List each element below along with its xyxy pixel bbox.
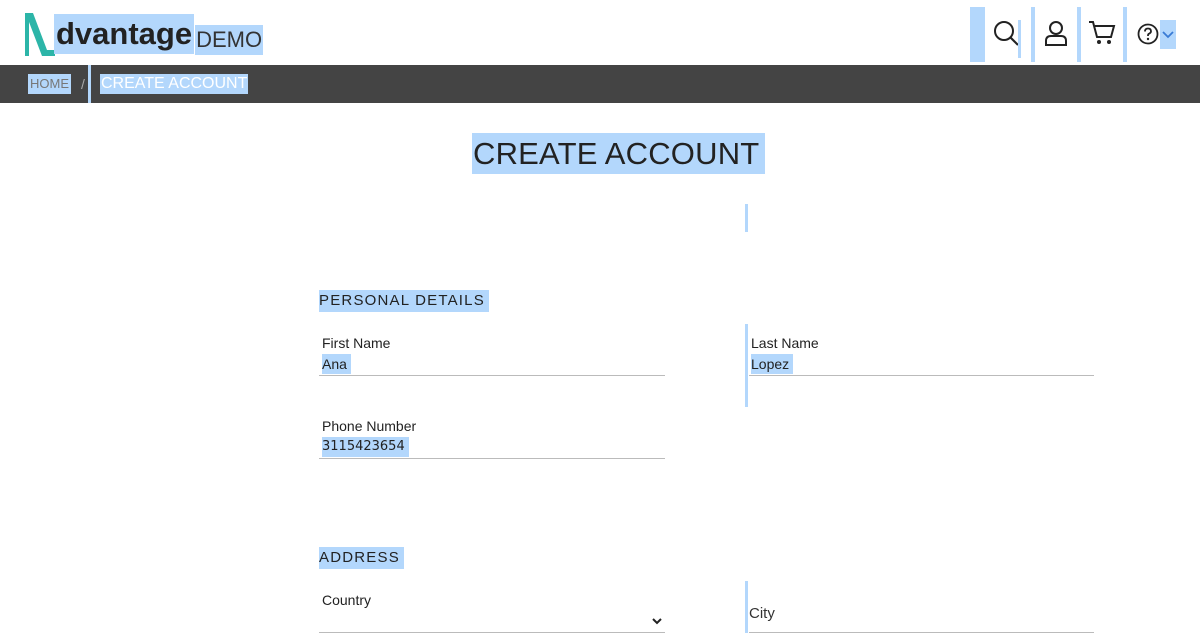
breadcrumb-home-link[interactable]: HOME	[28, 74, 71, 94]
breadcrumb-divider	[88, 65, 91, 103]
chevron-down-icon[interactable]	[1160, 20, 1176, 49]
breadcrumb-current: CREATE ACCOUNT	[100, 74, 249, 94]
first-name-field[interactable]: First Name Ana	[319, 334, 665, 376]
cart-icon[interactable]	[1086, 18, 1118, 48]
phone-number-label: Phone Number	[322, 418, 417, 434]
nav-divider	[1018, 20, 1021, 58]
nav-divider	[1031, 7, 1035, 62]
country-select[interactable]: Country	[319, 591, 665, 633]
user-icon[interactable]	[1040, 18, 1072, 48]
city-label: City	[749, 605, 775, 622]
header: dvantage DEMO	[0, 0, 1200, 65]
first-name-underline	[319, 375, 665, 376]
logo-text: dvantage	[54, 14, 195, 54]
address-heading: ADDRESS	[319, 547, 404, 569]
selection-mark	[745, 204, 748, 232]
phone-number-field[interactable]: Phone Number 3115423654	[319, 417, 665, 459]
nav-divider	[1123, 7, 1127, 62]
last-name-underline	[749, 375, 1094, 376]
city-field[interactable]: City	[749, 605, 1094, 633]
country-label: Country	[322, 592, 372, 608]
breadcrumb-separator: /	[81, 76, 85, 92]
help-icon[interactable]	[1134, 20, 1162, 48]
breadcrumb: HOME / CREATE ACCOUNT	[0, 65, 1200, 103]
first-name-label: First Name	[322, 335, 391, 351]
logo[interactable]: dvantage DEMO	[24, 10, 264, 56]
last-name-label: Last Name	[751, 335, 819, 351]
page-title: CREATE ACCOUNT	[472, 133, 766, 174]
personal-details-heading: PERSONAL DETAILS	[319, 290, 489, 312]
nav-divider	[1077, 7, 1081, 62]
logo-demo: DEMO	[195, 25, 264, 55]
last-name-input[interactable]: Lopez	[751, 354, 794, 374]
logo-a-mark	[25, 13, 55, 56]
chevron-down-icon[interactable]	[650, 614, 664, 628]
first-name-input[interactable]: Ana	[322, 354, 351, 374]
phone-number-input[interactable]: 3115423654	[322, 437, 409, 457]
last-name-field[interactable]: Last Name Lopez	[751, 334, 1094, 376]
nav-divider	[970, 7, 985, 62]
phone-number-underline	[319, 458, 665, 459]
selection-mark	[745, 324, 748, 407]
selection-mark	[745, 581, 748, 633]
